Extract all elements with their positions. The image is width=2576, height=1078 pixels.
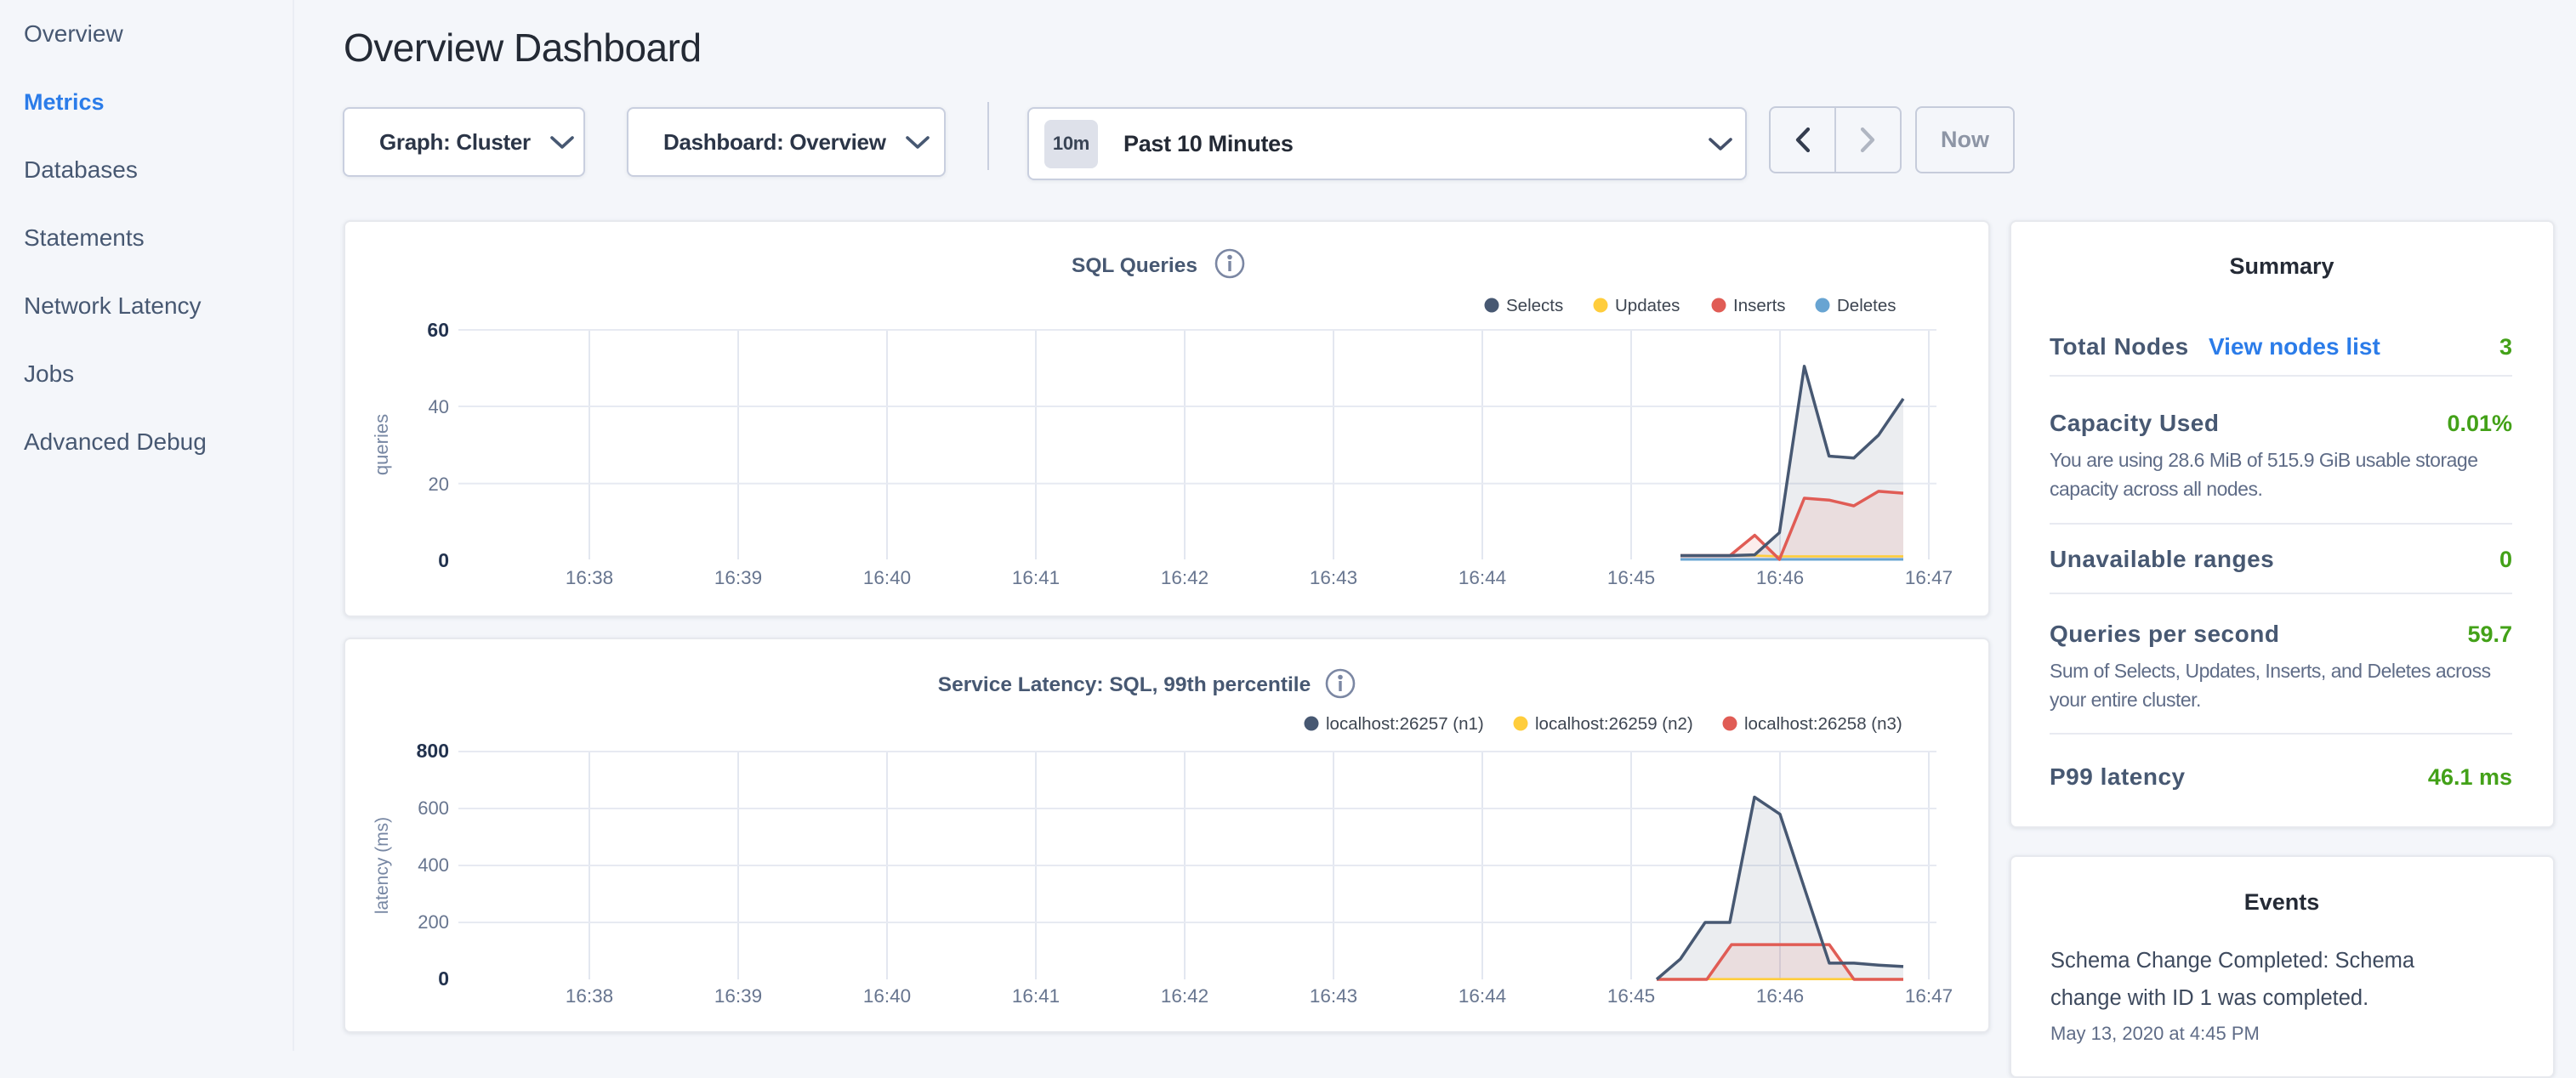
svg-text:localhost:26259 (n2): localhost:26259 (n2) [1535, 714, 1693, 734]
svg-text:16:40: 16:40 [863, 985, 911, 1007]
svg-text:46.1 ms: 46.1 ms [2428, 764, 2512, 790]
svg-text:16:45: 16:45 [1607, 985, 1655, 1007]
svg-text:16:43: 16:43 [1310, 567, 1357, 588]
svg-text:View nodes list: View nodes list [2209, 333, 2380, 360]
svg-text:0.01%: 0.01% [2447, 411, 2512, 436]
svg-text:200: 200 [418, 911, 449, 933]
svg-text:16:41: 16:41 [1012, 567, 1060, 588]
svg-text:16:43: 16:43 [1310, 985, 1357, 1007]
svg-text:Capacity Used: Capacity Used [2050, 410, 2219, 436]
svg-text:capacity across all nodes.: capacity across all nodes. [2050, 478, 2262, 500]
svg-text:16:40: 16:40 [863, 567, 911, 588]
svg-text:SQL Queries: SQL Queries [1072, 254, 1197, 277]
svg-text:16:39: 16:39 [714, 567, 762, 588]
svg-text:400: 400 [418, 854, 449, 876]
svg-text:0: 0 [438, 967, 449, 990]
svg-text:Inserts: Inserts [1733, 296, 1786, 315]
svg-text:800: 800 [417, 740, 449, 762]
svg-text:16:39: 16:39 [714, 985, 762, 1007]
svg-text:Summary: Summary [2229, 253, 2334, 279]
svg-text:16:42: 16:42 [1161, 985, 1208, 1007]
svg-text:16:47: 16:47 [1905, 985, 1953, 1007]
svg-text:Deletes: Deletes [1837, 296, 1896, 315]
svg-text:Schema Change Completed: Schem: Schema Change Completed: Schema [2050, 949, 2415, 973]
svg-text:May 13, 2020 at 4:45 PM: May 13, 2020 at 4:45 PM [2050, 1023, 2260, 1044]
svg-text:P99 latency: P99 latency [2050, 763, 2186, 790]
svg-text:60: 60 [427, 319, 449, 341]
svg-text:your entire cluster.: your entire cluster. [2050, 689, 2201, 711]
svg-text:Total Nodes: Total Nodes [2050, 333, 2189, 360]
svg-text:You are using 28.6 MiB of 515.: You are using 28.6 MiB of 515.9 GiB usab… [2050, 449, 2478, 471]
svg-text:16:41: 16:41 [1012, 985, 1060, 1007]
svg-text:Queries per second: Queries per second [2050, 621, 2279, 647]
svg-text:Service Latency: SQL, 99th per: Service Latency: SQL, 99th percentile [938, 673, 1311, 696]
svg-text:16:38: 16:38 [566, 567, 613, 588]
svg-text:localhost:26258 (n3): localhost:26258 (n3) [1744, 714, 1902, 734]
svg-text:change with ID 1 was completed: change with ID 1 was completed. [2050, 986, 2368, 1010]
svg-text:3: 3 [2499, 334, 2512, 360]
svg-text:16:44: 16:44 [1459, 567, 1506, 588]
svg-text:600: 600 [418, 797, 449, 819]
svg-text:16:42: 16:42 [1161, 567, 1208, 588]
svg-text:40: 40 [429, 396, 449, 417]
svg-text:0: 0 [2499, 547, 2512, 572]
svg-text:16:46: 16:46 [1756, 985, 1804, 1007]
svg-text:Unavailable ranges: Unavailable ranges [2050, 546, 2274, 572]
svg-text:16:47: 16:47 [1905, 567, 1953, 588]
svg-text:localhost:26257 (n1): localhost:26257 (n1) [1326, 714, 1484, 734]
svg-text:16:44: 16:44 [1459, 985, 1506, 1007]
svg-text:59.7: 59.7 [2467, 621, 2512, 647]
svg-text:16:45: 16:45 [1607, 567, 1655, 588]
svg-text:latency (ms): latency (ms) [372, 817, 392, 914]
svg-text:16:38: 16:38 [566, 985, 613, 1007]
svg-text:20: 20 [429, 474, 449, 495]
svg-text:Events: Events [2244, 889, 2320, 915]
svg-text:16:46: 16:46 [1756, 567, 1804, 588]
svg-text:queries: queries [371, 414, 392, 475]
svg-text:0: 0 [438, 549, 449, 571]
svg-text:Sum of Selects, Updates, Inser: Sum of Selects, Updates, Inserts, and De… [2050, 660, 2491, 682]
svg-text:Selects: Selects [1506, 296, 1563, 315]
svg-text:Updates: Updates [1615, 296, 1680, 315]
